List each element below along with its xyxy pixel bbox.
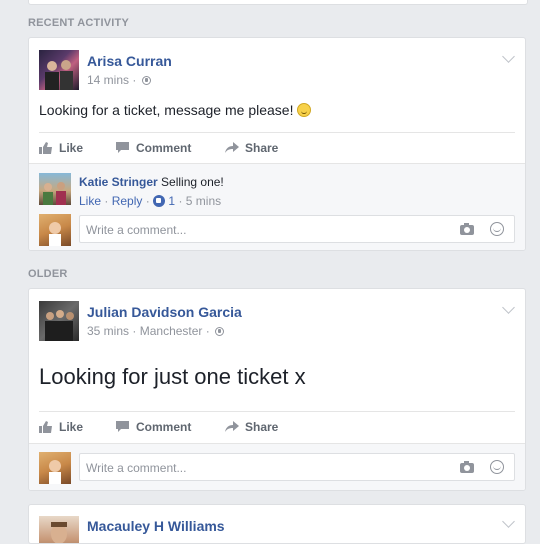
chevron-down-icon[interactable] xyxy=(502,515,515,528)
post-card: Julian Davidson Garcia 35 mins · Manches… xyxy=(28,288,526,491)
reply-line: Katie Stringer Selling one! xyxy=(79,175,224,189)
like-label: Like xyxy=(59,420,84,434)
post-card: Arisa Curran 14 mins · Looking for a tic… xyxy=(28,37,526,251)
my-photo-icon xyxy=(49,460,61,484)
reply-author[interactable]: Katie Stringer xyxy=(79,175,158,189)
globe-icon xyxy=(215,327,225,336)
avatar-photo-icon xyxy=(45,310,74,341)
comment-button[interactable]: Comment xyxy=(116,141,191,155)
my-avatar[interactable] xyxy=(39,452,71,484)
post-time[interactable]: 35 mins xyxy=(87,324,129,338)
my-avatar[interactable] xyxy=(39,214,71,246)
emoji-icon[interactable] xyxy=(490,222,504,236)
reply-reply-link[interactable]: Reply xyxy=(112,194,143,208)
post-header: Julian Davidson Garcia 35 mins · Manches… xyxy=(29,289,525,341)
author-avatar[interactable] xyxy=(39,50,79,90)
post-author[interactable]: Arisa Curran xyxy=(87,53,172,69)
comment-input[interactable]: Write a comment... xyxy=(79,215,515,243)
post-author[interactable]: Macauley H Williams xyxy=(87,518,225,534)
post-text: Looking for a ticket, message me please! xyxy=(39,102,312,118)
share-label: Share xyxy=(245,141,279,155)
comment-section: Katie Stringer Selling one! Like · Reply… xyxy=(29,163,525,250)
reply-time[interactable]: 5 mins xyxy=(186,194,221,208)
comment-icon xyxy=(116,142,129,153)
comment-section: Write a comment... xyxy=(29,443,525,490)
reply-text: Selling one! xyxy=(161,175,224,189)
chevron-down-icon[interactable] xyxy=(502,301,515,314)
reaction-count[interactable]: 1 xyxy=(168,194,175,208)
share-button[interactable]: Share xyxy=(225,420,278,434)
commenter-photo-icon xyxy=(43,182,66,205)
share-arrow-icon xyxy=(225,421,239,432)
camera-icon[interactable] xyxy=(460,223,474,235)
globe-icon xyxy=(141,76,151,85)
thumbs-up-icon xyxy=(39,142,52,154)
avatar-photo-icon xyxy=(51,522,67,543)
smiley-emoji-icon xyxy=(297,103,312,117)
share-label: Share xyxy=(245,420,279,434)
comment-icon xyxy=(116,421,129,432)
post-card: Macauley H Williams xyxy=(28,504,526,544)
post-author[interactable]: Julian Davidson Garcia xyxy=(87,304,242,320)
like-button[interactable]: Like xyxy=(39,141,83,155)
emoji-icon[interactable] xyxy=(490,460,504,474)
post-meta: 35 mins · Manchester · xyxy=(87,324,225,338)
post-text: Looking for just one ticket x xyxy=(39,364,306,389)
comment-placeholder: Write a comment... xyxy=(86,461,187,475)
share-arrow-icon xyxy=(225,142,239,153)
comment-button[interactable]: Comment xyxy=(116,420,191,434)
like-button[interactable]: Like xyxy=(39,420,83,434)
chevron-down-icon[interactable] xyxy=(502,50,515,63)
commenter-avatar[interactable] xyxy=(39,173,71,205)
like-reaction-icon xyxy=(153,195,166,207)
post-header: Arisa Curran 14 mins · xyxy=(29,38,525,90)
camera-icon[interactable] xyxy=(460,461,474,473)
reply-meta: Like · Reply · 1 · 5 mins xyxy=(79,194,222,208)
like-label: Like xyxy=(59,141,84,155)
comment-placeholder: Write a comment... xyxy=(86,223,187,237)
post-meta: 14 mins · xyxy=(87,73,151,87)
section-label-recent-activity: RECENT ACTIVITY xyxy=(28,17,129,29)
post-text-content: Looking for a ticket, message me please! xyxy=(39,102,294,118)
avatar-photo-icon xyxy=(45,60,73,90)
comment-input[interactable]: Write a comment... xyxy=(79,453,515,481)
section-label-older: OLDER xyxy=(28,268,68,280)
comment-label: Comment xyxy=(136,420,192,434)
author-avatar[interactable] xyxy=(39,301,79,341)
previous-card-edge xyxy=(28,0,528,5)
share-button[interactable]: Share xyxy=(225,141,278,155)
author-avatar[interactable] xyxy=(39,516,79,543)
reply-like-link[interactable]: Like xyxy=(79,194,101,208)
my-photo-icon xyxy=(49,222,61,246)
post-actions: Like Comment Share xyxy=(39,411,515,442)
comment-label: Comment xyxy=(136,141,192,155)
post-location[interactable]: Manchester xyxy=(140,324,203,338)
post-actions: Like Comment Share xyxy=(39,132,515,163)
post-time[interactable]: 14 mins xyxy=(87,73,129,87)
thumbs-up-icon xyxy=(39,421,52,433)
